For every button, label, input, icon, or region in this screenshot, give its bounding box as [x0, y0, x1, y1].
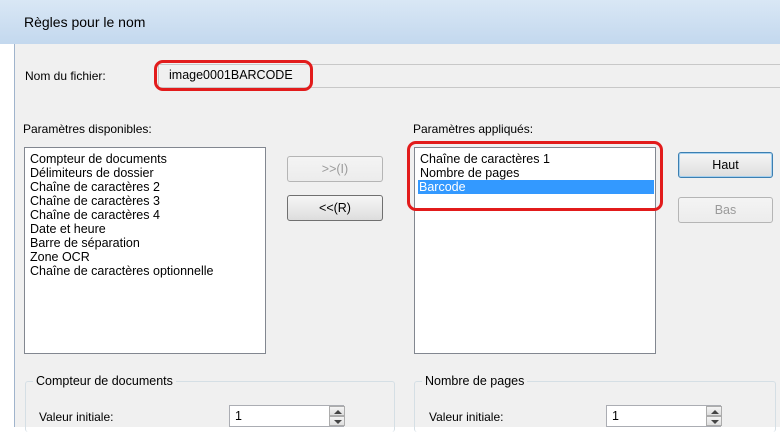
- highlight-applied: [407, 141, 663, 211]
- counter-initial-input[interactable]: 1: [229, 405, 344, 427]
- list-item[interactable]: Barre de séparation: [29, 236, 263, 250]
- pages-group-title: Nombre de pages: [422, 374, 528, 388]
- remove-button[interactable]: <<(R): [287, 195, 383, 221]
- applied-label: Paramètres appliqués:: [413, 122, 534, 136]
- add-button[interactable]: >>(I): [287, 156, 383, 182]
- list-item[interactable]: Chaîne de caractères 3: [29, 194, 263, 208]
- dialog-body: Nom du fichier: image0001BARCODE Paramèt…: [14, 44, 780, 432]
- list-item[interactable]: Compteur de documents: [29, 152, 263, 166]
- list-item[interactable]: Chaîne de caractères 4: [29, 208, 263, 222]
- spin-up-arrow-icon[interactable]: [706, 406, 722, 416]
- spin-down-arrow-icon[interactable]: [706, 416, 722, 426]
- available-listbox[interactable]: Compteur de documents Délimiteurs de dos…: [24, 147, 266, 354]
- pages-initial-value: 1: [612, 409, 619, 423]
- up-button[interactable]: Haut: [678, 152, 773, 178]
- highlight-filename: [154, 60, 313, 91]
- down-button[interactable]: Bas: [678, 197, 773, 223]
- pages-initial-input[interactable]: 1: [606, 405, 721, 427]
- spin-down-arrow-icon[interactable]: [329, 416, 345, 426]
- list-item[interactable]: Date et heure: [29, 222, 263, 236]
- window-title: Règles pour le nom: [24, 14, 146, 30]
- available-label: Paramètres disponibles:: [23, 122, 152, 136]
- list-item[interactable]: Zone OCR: [29, 250, 263, 264]
- list-item[interactable]: Chaîne de caractères 2: [29, 180, 263, 194]
- list-item[interactable]: Chaîne de caractères optionnelle: [29, 264, 263, 278]
- list-item[interactable]: Délimiteurs de dossier: [29, 166, 263, 180]
- counter-initial-value: 1: [235, 409, 242, 423]
- spin-up-arrow-icon[interactable]: [329, 406, 345, 416]
- title-bar: Règles pour le nom: [0, 0, 780, 44]
- filename-label: Nom du fichier:: [25, 69, 106, 83]
- counter-initial-label: Valeur initiale:: [39, 410, 114, 424]
- pages-initial-label: Valeur initiale:: [429, 410, 504, 424]
- counter-group-title: Compteur de documents: [33, 374, 176, 388]
